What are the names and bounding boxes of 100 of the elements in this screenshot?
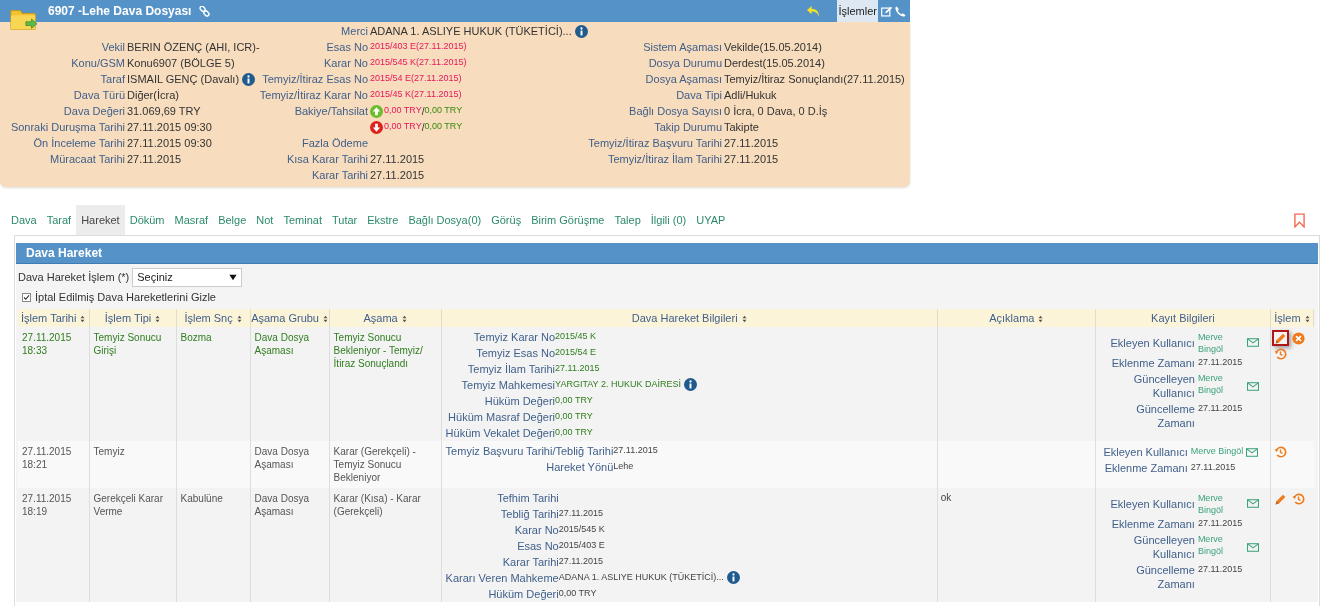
field-value: 27.11.2015: [370, 167, 425, 183]
field-label: Karar Tarihi: [502, 554, 559, 570]
field-value: Adli/Hukuk: [724, 87, 777, 103]
column-header[interactable]: İşlem: [1270, 309, 1314, 327]
field-value: 2015/403 E: [558, 539, 605, 552]
bookmark-icon[interactable]: [1294, 212, 1305, 228]
field-value: 0,00 TRY: [558, 587, 597, 598]
caret-icon: [229, 274, 238, 281]
field-label: Esas No: [517, 538, 559, 554]
edit-icon[interactable]: [881, 5, 893, 17]
field-value: 27.11.2015: [555, 362, 600, 375]
field-label: Temyiz/İtiraz İlam Tarihi: [607, 151, 722, 167]
select-field[interactable]: Seçiniz: [132, 268, 243, 287]
window-title: 6907 -Lehe Dava Dosyası: [48, 3, 192, 20]
debit-amount: 0,00 TRY: [384, 120, 422, 134]
info-icon[interactable]: [726, 571, 740, 584]
field-value: 27.11.2015: [613, 444, 658, 457]
panel-title: Dava Hareket: [26, 245, 103, 262]
tab[interactable]: Talep: [609, 205, 646, 235]
field-value: ADANA 1. ASLIYE HUKUK (TÜKETİCİ)...: [558, 571, 724, 584]
mail-icon[interactable]: [1246, 499, 1259, 508]
delete-button[interactable]: [1289, 330, 1307, 346]
pencil-icon: [1273, 492, 1287, 506]
column-header[interactable]: Aşama: [329, 309, 442, 327]
field-value: 27.11.2015: [558, 555, 604, 568]
field-value: 27.11.2015 09:30: [127, 119, 212, 135]
info-icon[interactable]: [683, 378, 697, 391]
field-value: Derdest(15.05.2014): [724, 55, 825, 71]
field-label: Kısa Karar Tarihi: [286, 151, 368, 167]
tab[interactable]: Not: [251, 205, 279, 235]
mail-icon[interactable]: [1246, 542, 1259, 552]
field-label: Güncelleyen Kullanıcı: [1132, 372, 1195, 400]
field-value: 0,00 TRY: [555, 410, 593, 421]
tab[interactable]: Belge: [213, 205, 252, 235]
field-label: Ekleyen Kullanıcı: [1110, 335, 1195, 350]
field-value: 2015/403 E(27.11.2015): [370, 40, 467, 54]
edit-button[interactable]: [1271, 330, 1289, 346]
field-value: 2015/54 E(27.11.2015): [370, 72, 462, 86]
back-arrow-icon[interactable]: [806, 4, 822, 18]
tab[interactable]: Bağlı Dosya(0): [403, 205, 487, 235]
tab[interactable]: Dava: [6, 205, 42, 235]
field-value: 27.11.2015: [724, 151, 779, 167]
table-cell: ok: [937, 488, 1096, 602]
tab[interactable]: Taraf: [41, 205, 77, 235]
credit-amount: 0,00 TRY: [424, 120, 463, 134]
field-value: Konu6907 (BÖLGE 5): [127, 55, 235, 71]
tab[interactable]: Ekstre: [362, 205, 404, 235]
field-value: 27.11.2015 09:30: [127, 135, 212, 151]
field-label: Konu/GSM: [71, 55, 125, 71]
column-header[interactable]: İşlem Tarihi: [18, 309, 89, 327]
field-label: Merci: [341, 23, 368, 39]
field-value: ISMAIL GENÇ (Davalı): [127, 71, 240, 87]
tab[interactable]: Görüş: [486, 205, 527, 235]
table-cell: Gerekçeli Karar Verme: [89, 488, 177, 602]
table-cell: 27.11.2015 18:19: [18, 488, 89, 602]
mail-icon[interactable]: [1246, 338, 1259, 347]
tab[interactable]: Döküm: [124, 205, 170, 235]
tab[interactable]: Tutar: [326, 205, 363, 235]
field-value: 27.11.2015: [1197, 357, 1243, 367]
history-icon: [1291, 492, 1305, 506]
field-value: Merve Bingöl: [1190, 446, 1244, 456]
checkbox[interactable]: [22, 292, 31, 302]
mail-icon[interactable]: [1246, 381, 1259, 391]
debit-amount: 0,00 TRY: [384, 104, 422, 118]
tab[interactable]: Masraf: [169, 205, 214, 235]
field-value: 2015/45 K(27.11.2015): [370, 88, 462, 102]
column-header[interactable]: Açıklama: [937, 309, 1096, 327]
field-label: Vekil: [101, 39, 125, 55]
phone-icon[interactable]: [895, 5, 906, 17]
column-header: Kayıt Bilgileri: [1095, 309, 1271, 327]
field-label: Ön İnceleme Tarihi: [33, 135, 125, 151]
field-value: 2015/45 K: [555, 330, 597, 343]
info-icon[interactable]: [574, 24, 588, 38]
tab[interactable]: Hareket: [76, 205, 125, 235]
actions-button[interactable]: İşlemler: [837, 0, 878, 22]
tab[interactable]: İlgili (0): [645, 205, 692, 235]
field-value: 27.11.2015: [127, 151, 182, 167]
field-label: Hüküm Vekalet Değeri: [445, 425, 556, 441]
field-label: Müracaat Tarihi: [50, 151, 125, 167]
field-value: 27.11.2015: [1197, 564, 1243, 574]
info-icon[interactable]: [242, 72, 256, 86]
field-label: Ekleyen Kullanıcı: [1103, 445, 1188, 459]
field-value: 27.11.2015: [1190, 462, 1236, 472]
field-value: 27.11.2015: [1197, 403, 1243, 413]
tab[interactable]: Birim Görüşme: [526, 205, 610, 235]
column-header[interactable]: Dava Hareket Bilgileri: [441, 309, 938, 327]
mail-icon[interactable]: [1246, 447, 1259, 457]
credit-amount: 0,00 TRY: [424, 104, 463, 118]
link-icon[interactable]: [199, 5, 211, 17]
field-label: Hüküm Değeri: [488, 586, 559, 602]
column-header[interactable]: Aşama Grubu: [250, 309, 330, 327]
field-label: Ekleyen Kullanıcı: [1110, 496, 1195, 511]
field-value: YARGITAY 2. HUKUK DAİRESİ: [555, 378, 681, 391]
field-label: Bağlı Dosya Sayısı: [629, 103, 722, 119]
column-header[interactable]: İşlem Snç: [176, 309, 251, 327]
tab[interactable]: UYAP: [691, 205, 731, 235]
table-cell: Kabulüne: [176, 488, 251, 602]
field-label: Güncelleyen Kullanıcı: [1132, 533, 1195, 561]
tab[interactable]: Teminat: [278, 205, 327, 235]
column-header[interactable]: İşlem Tipi: [89, 309, 177, 327]
